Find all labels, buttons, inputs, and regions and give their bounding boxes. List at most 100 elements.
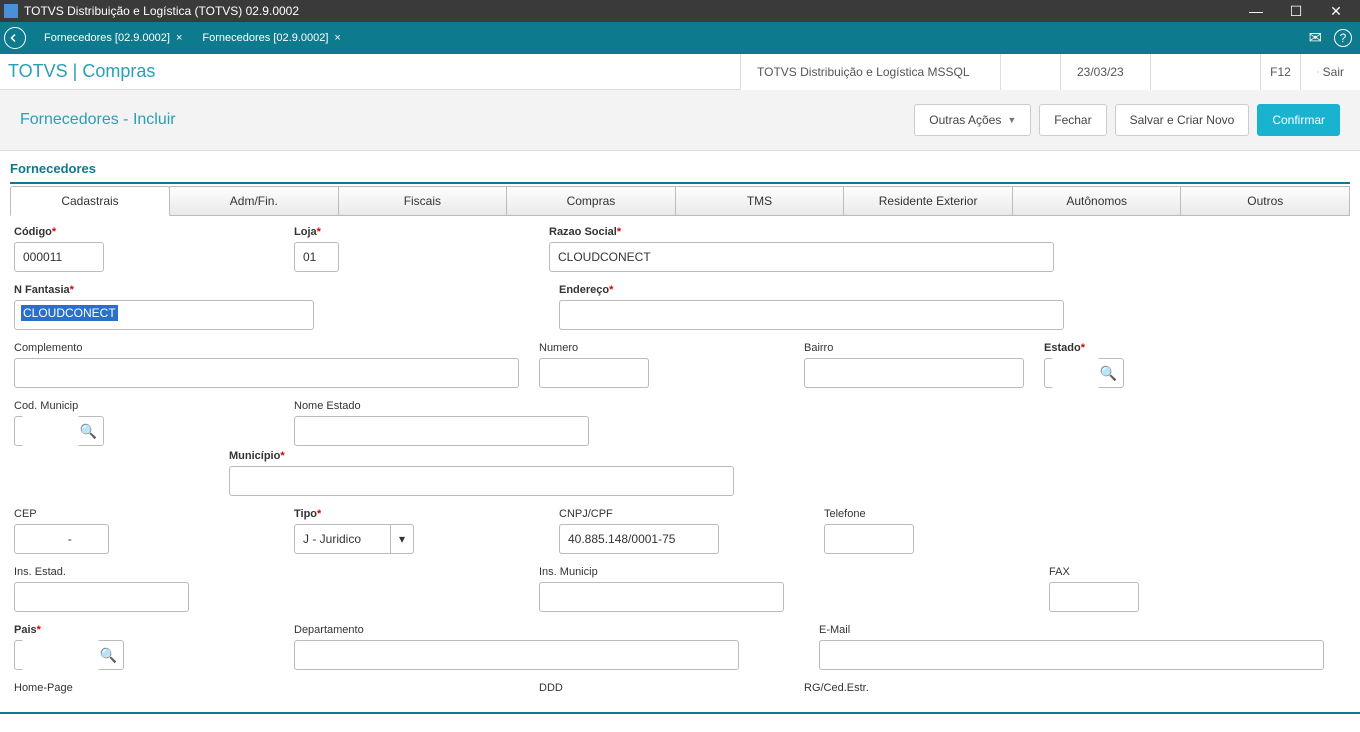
tab-residente-exterior[interactable]: Residente Exterior bbox=[843, 186, 1013, 216]
label-insestad: Ins. Estad. bbox=[14, 566, 189, 578]
tipo-select[interactable]: J - Juridico ▾ bbox=[294, 524, 414, 554]
maximize-button[interactable]: ☐ bbox=[1276, 3, 1316, 20]
tab-label: Fornecedores [02.9.0002] bbox=[44, 32, 170, 44]
pais-input[interactable] bbox=[21, 640, 100, 670]
ins-estad-field[interactable] bbox=[14, 582, 189, 612]
label-pais: Pais* bbox=[14, 624, 124, 636]
estado-field[interactable]: 🔍 bbox=[1044, 358, 1124, 388]
cep-field[interactable] bbox=[14, 524, 109, 554]
razao-social-field[interactable] bbox=[549, 242, 1054, 272]
departamento-field[interactable] bbox=[294, 640, 739, 670]
numero-field[interactable] bbox=[539, 358, 649, 388]
label-loja: Loja* bbox=[294, 226, 339, 238]
tab-tms[interactable]: TMS bbox=[675, 186, 845, 216]
empty-cell-1 bbox=[1000, 54, 1060, 90]
exit-button[interactable]: Sair bbox=[1300, 54, 1360, 90]
endereco-field[interactable] bbox=[559, 300, 1064, 330]
chevron-down-icon: ▼ bbox=[1007, 115, 1016, 125]
label-numero: Numero bbox=[539, 342, 649, 354]
help-icon[interactable]: ? bbox=[1334, 29, 1352, 47]
bairro-field[interactable] bbox=[804, 358, 1024, 388]
loja-field[interactable] bbox=[294, 242, 339, 272]
label-email: E-Mail bbox=[819, 624, 1324, 636]
label-cnpj: CNPJ/CPF bbox=[559, 508, 719, 520]
tab-fornecedores-1[interactable]: Fornecedores [02.9.0002] × bbox=[34, 26, 192, 50]
app-icon bbox=[4, 4, 18, 18]
footer-border bbox=[0, 712, 1360, 732]
label-nfantasia: N Fantasia* bbox=[14, 284, 314, 296]
env-label: TOTVS Distribuição e Logística MSSQL bbox=[740, 54, 1000, 90]
minimize-button[interactable]: — bbox=[1236, 3, 1276, 19]
label-tipo: Tipo* bbox=[294, 508, 414, 520]
nome-estado-field[interactable] bbox=[294, 416, 589, 446]
confirmar-button[interactable]: Confirmar bbox=[1257, 104, 1340, 136]
label-codmunic: Cod. Municip bbox=[14, 400, 104, 412]
section-title: Fornecedores bbox=[10, 157, 1350, 184]
ins-municip-field[interactable] bbox=[539, 582, 784, 612]
nfantasia-value: CLOUDCONECT bbox=[21, 305, 118, 321]
label-insmunic: Ins. Municip bbox=[539, 566, 784, 578]
pais-field[interactable]: 🔍 bbox=[14, 640, 124, 670]
label-endereco: Endereço* bbox=[559, 284, 1064, 296]
close-window-button[interactable]: ✕ bbox=[1316, 3, 1356, 20]
email-field[interactable] bbox=[819, 640, 1324, 670]
home-button[interactable] bbox=[4, 27, 26, 49]
label-fax: FAX bbox=[1049, 566, 1139, 578]
label-departamento: Departamento bbox=[294, 624, 739, 636]
exit-label: Sair bbox=[1323, 65, 1344, 79]
label-rg: RG/Ced.Estr. bbox=[804, 682, 1084, 694]
tab-strip: Fornecedores [02.9.0002] × Fornecedores … bbox=[0, 22, 1360, 54]
outras-acoes-button[interactable]: Outras Ações ▼ bbox=[914, 104, 1031, 136]
codmunic-field[interactable]: 🔍 bbox=[14, 416, 104, 446]
page-header: Fornecedores - Incluir Outras Ações ▼ Fe… bbox=[0, 90, 1360, 151]
label-razao: Razao Social* bbox=[549, 226, 1054, 238]
f12-button[interactable]: F12 bbox=[1260, 54, 1300, 90]
codmunic-input[interactable] bbox=[21, 416, 80, 446]
search-icon[interactable]: 🔍 bbox=[100, 647, 117, 664]
label-cep: CEP bbox=[14, 508, 109, 520]
window-title-bar: TOTVS Distribuição e Logística (TOTVS) 0… bbox=[0, 0, 1360, 22]
label-nomeestado: Nome Estado bbox=[294, 400, 589, 412]
tab-cadastrais[interactable]: Cadastrais bbox=[10, 186, 170, 216]
estado-input[interactable] bbox=[1051, 358, 1100, 388]
mail-icon[interactable]: ✉ bbox=[1309, 28, 1322, 48]
label-codigo: Código* bbox=[14, 226, 104, 238]
salvar-criar-novo-button[interactable]: Salvar e Criar Novo bbox=[1115, 104, 1250, 136]
tab-outros[interactable]: Outros bbox=[1180, 186, 1350, 216]
municipio-field[interactable] bbox=[229, 466, 734, 496]
form-tabs: Cadastrais Adm/Fin. Fiscais Compras TMS … bbox=[10, 186, 1350, 216]
window-title: TOTVS Distribuição e Logística (TOTVS) 0… bbox=[24, 4, 1236, 18]
empty-cell-2 bbox=[1150, 54, 1260, 90]
cnpj-field[interactable] bbox=[559, 524, 719, 554]
tab-fiscais[interactable]: Fiscais bbox=[338, 186, 508, 216]
form-area[interactable]: Código* Loja* Razao Social* N Fantasia* … bbox=[10, 215, 1350, 695]
tipo-value: J - Juridico bbox=[303, 532, 361, 546]
search-icon[interactable]: 🔍 bbox=[1100, 365, 1117, 382]
label-bairro: Bairro bbox=[804, 342, 1024, 354]
tab-compras[interactable]: Compras bbox=[506, 186, 676, 216]
complemento-field[interactable] bbox=[14, 358, 519, 388]
fechar-button[interactable]: Fechar bbox=[1039, 104, 1106, 136]
tab-fornecedores-2[interactable]: Fornecedores [02.9.0002] × bbox=[192, 26, 350, 50]
telefone-field[interactable] bbox=[824, 524, 914, 554]
codigo-field[interactable] bbox=[14, 242, 104, 272]
page-title: Fornecedores - Incluir bbox=[20, 111, 906, 129]
outras-acoes-label: Outras Ações bbox=[929, 113, 1001, 127]
chevron-down-icon: ▾ bbox=[390, 525, 405, 553]
label-estado: Estado* bbox=[1044, 342, 1124, 354]
close-icon[interactable]: × bbox=[176, 32, 182, 44]
label-complemento: Complemento bbox=[14, 342, 519, 354]
fax-field[interactable] bbox=[1049, 582, 1139, 612]
nfantasia-field[interactable]: CLOUDCONECT bbox=[14, 300, 314, 330]
brand-breadcrumb: TOTVS | Compras bbox=[0, 61, 740, 82]
tab-admfin[interactable]: Adm/Fin. bbox=[169, 186, 339, 216]
label-telefone: Telefone bbox=[824, 508, 914, 520]
label-homepage: Home-Page bbox=[14, 682, 464, 694]
tab-label: Fornecedores [02.9.0002] bbox=[202, 32, 328, 44]
label-ddd: DDD bbox=[539, 682, 594, 694]
top-info-bar: TOTVS | Compras TOTVS Distribuição e Log… bbox=[0, 54, 1360, 90]
date-label: 23/03/23 bbox=[1060, 54, 1150, 90]
tab-autonomos[interactable]: Autônomos bbox=[1012, 186, 1182, 216]
close-icon[interactable]: × bbox=[334, 32, 340, 44]
search-icon[interactable]: 🔍 bbox=[80, 423, 97, 440]
